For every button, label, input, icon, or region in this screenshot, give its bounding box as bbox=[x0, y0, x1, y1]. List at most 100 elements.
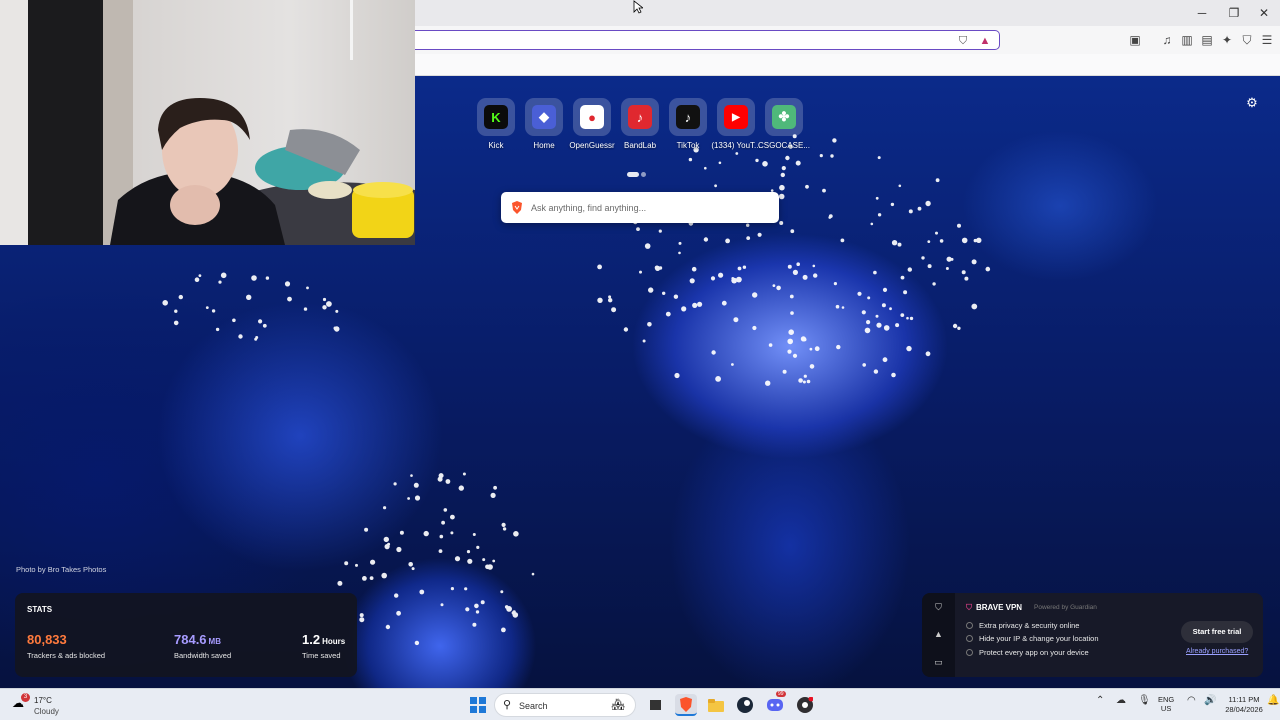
jellyfish-spot bbox=[492, 559, 496, 563]
jellyfish-spot bbox=[691, 266, 697, 272]
jellyfish-spot bbox=[413, 482, 419, 488]
steam-icon[interactable] bbox=[734, 694, 756, 716]
jellyfish-spot bbox=[733, 317, 739, 323]
show-hidden-icons-chevron-icon[interactable]: ⌃ bbox=[1096, 695, 1104, 706]
jellyfish-spot bbox=[322, 297, 327, 302]
jellyfish-spot bbox=[414, 640, 420, 646]
jellyfish-spot bbox=[971, 303, 978, 310]
tile-bandlab[interactable]: ♪ BandLab bbox=[620, 98, 660, 150]
sidebar-icon[interactable]: ▥ bbox=[1178, 31, 1196, 49]
jellyfish-spot bbox=[355, 563, 358, 567]
tile-tiktok[interactable]: ♪ TikTok bbox=[668, 98, 708, 150]
jellyfish-spot bbox=[718, 272, 724, 278]
jellyfish-spot bbox=[840, 238, 845, 243]
widget-sidebar: ⛉ ▲ ▭ bbox=[922, 593, 955, 677]
microphone-icon[interactable]: 🎙 bbox=[1138, 695, 1151, 706]
pager-dot[interactable] bbox=[641, 172, 646, 177]
discord-icon[interactable]: 99 bbox=[764, 691, 786, 716]
jellyfish-spot bbox=[326, 301, 332, 307]
stat-trackers: 80,833 Trackers & ads blocked bbox=[27, 631, 105, 660]
jellyfish-spot bbox=[215, 327, 220, 332]
close-icon[interactable]: ✕ bbox=[1249, 4, 1279, 22]
onedrive-icon[interactable]: ☁ bbox=[1116, 695, 1126, 706]
jellyfish-spot bbox=[746, 223, 750, 227]
photo-credit[interactable]: Photo by Bro Takes Photos bbox=[16, 565, 106, 574]
jellyfish-spot bbox=[692, 302, 698, 308]
minimize-icon[interactable]: ─ bbox=[1187, 4, 1217, 22]
jellyfish-spot bbox=[465, 607, 470, 612]
already-purchased-link[interactable]: Already purchased? bbox=[1186, 648, 1248, 655]
file-explorer-icon[interactable] bbox=[705, 694, 727, 716]
tile-youtube[interactable]: ▶ (1334) YouT... bbox=[711, 98, 761, 150]
check-icon bbox=[966, 649, 973, 656]
brave-rewards-icon[interactable]: ▲ bbox=[977, 33, 993, 49]
jellyfish-spot bbox=[178, 294, 183, 300]
restore-icon[interactable]: ❐ bbox=[1219, 4, 1249, 22]
leo-ai-icon[interactable]: ✦ bbox=[1218, 31, 1236, 49]
jellyfish-spot bbox=[287, 296, 292, 302]
obs-icon[interactable] bbox=[794, 694, 816, 716]
wifi-icon[interactable]: ◠ bbox=[1187, 695, 1196, 706]
wallet-icon[interactable]: ▤ bbox=[1198, 31, 1216, 49]
taskbar-search[interactable]: ⚲ 🏘 bbox=[494, 693, 636, 717]
check-icon bbox=[966, 622, 973, 629]
jellyfish-spot bbox=[658, 266, 663, 270]
jellyfish-spot bbox=[813, 273, 818, 278]
task-view-icon[interactable] bbox=[645, 694, 667, 716]
search-box[interactable] bbox=[501, 192, 779, 223]
rewards-triangle-icon[interactable]: ▲ bbox=[932, 628, 945, 641]
tile-kick[interactable]: K Kick bbox=[476, 98, 516, 150]
jellyfish-spot bbox=[814, 346, 820, 352]
vpn-shield-icon[interactable]: ⛉ bbox=[1238, 31, 1256, 49]
jellyfish-spot bbox=[950, 257, 954, 261]
menu-icon[interactable]: ☰ bbox=[1258, 31, 1276, 49]
jellyfish-spot bbox=[211, 309, 216, 313]
system-clock[interactable]: 11:11 PM 28/04/2026 bbox=[1224, 695, 1264, 715]
brave-shields-icon[interactable]: ⛉ bbox=[955, 33, 971, 49]
jellyfish-spot bbox=[876, 322, 882, 328]
jellyfish-spot bbox=[246, 294, 252, 300]
jellyfish-spot bbox=[895, 323, 900, 328]
tile-home[interactable]: ◆ Home bbox=[524, 98, 564, 150]
search-input[interactable] bbox=[531, 199, 771, 216]
jellyfish-spot bbox=[787, 338, 793, 345]
jellyfish-spot bbox=[500, 590, 504, 594]
tab-search-icon[interactable]: ▣ bbox=[1126, 31, 1144, 49]
top-sites-pager[interactable] bbox=[627, 164, 648, 182]
stat-trackers-value: 80,833 bbox=[27, 632, 67, 647]
jellyfish-spot bbox=[870, 222, 874, 226]
brave-browser-icon[interactable] bbox=[675, 694, 697, 716]
jellyfish-spot bbox=[467, 558, 473, 564]
start-free-trial-button[interactable]: Start free trial bbox=[1181, 621, 1253, 643]
jellyfish-spot bbox=[809, 347, 813, 351]
input-language[interactable]: ENG US bbox=[1158, 695, 1174, 713]
jellyfish-spot bbox=[254, 337, 258, 341]
tile-csgocase[interactable]: ✤ CSGOCASE... bbox=[758, 98, 810, 150]
jellyfish-spot bbox=[502, 527, 507, 531]
customize-gear-icon[interactable]: ⚙ bbox=[1244, 95, 1260, 111]
jellyfish-spot bbox=[335, 309, 339, 313]
address-bar[interactable]: ⛉ ▲ bbox=[415, 30, 1000, 50]
jellyfish-spot bbox=[781, 166, 786, 171]
tile-openguessr[interactable]: ● OpenGuessr bbox=[569, 98, 615, 150]
cards-icon[interactable]: ▭ bbox=[932, 656, 945, 669]
jellyfish-spot bbox=[898, 184, 902, 188]
jellyfish-spot bbox=[787, 349, 792, 354]
jellyfish-spot bbox=[795, 160, 801, 166]
jellyfish-spot bbox=[410, 474, 413, 477]
jellyfish-spot bbox=[877, 156, 881, 160]
jellyfish-spot bbox=[875, 314, 879, 318]
vpn-shield-icon[interactable]: ⛉ bbox=[932, 601, 945, 614]
pager-dot-active[interactable] bbox=[627, 172, 639, 177]
jellyfish-spot bbox=[932, 282, 936, 286]
jellyfish-spot bbox=[658, 229, 662, 233]
media-icon[interactable]: ♫ bbox=[1158, 31, 1176, 49]
jellyfish-spot bbox=[746, 236, 751, 241]
jellyfish-spot bbox=[718, 161, 722, 165]
taskbar-search-input[interactable] bbox=[519, 698, 599, 713]
notifications-icon[interactable]: 🔔 bbox=[1267, 695, 1279, 706]
volume-icon[interactable]: 🔊 bbox=[1204, 695, 1216, 706]
jellyfish-spot bbox=[597, 297, 603, 303]
jellyfish-spot bbox=[512, 612, 519, 618]
start-windows-icon[interactable] bbox=[467, 694, 489, 716]
